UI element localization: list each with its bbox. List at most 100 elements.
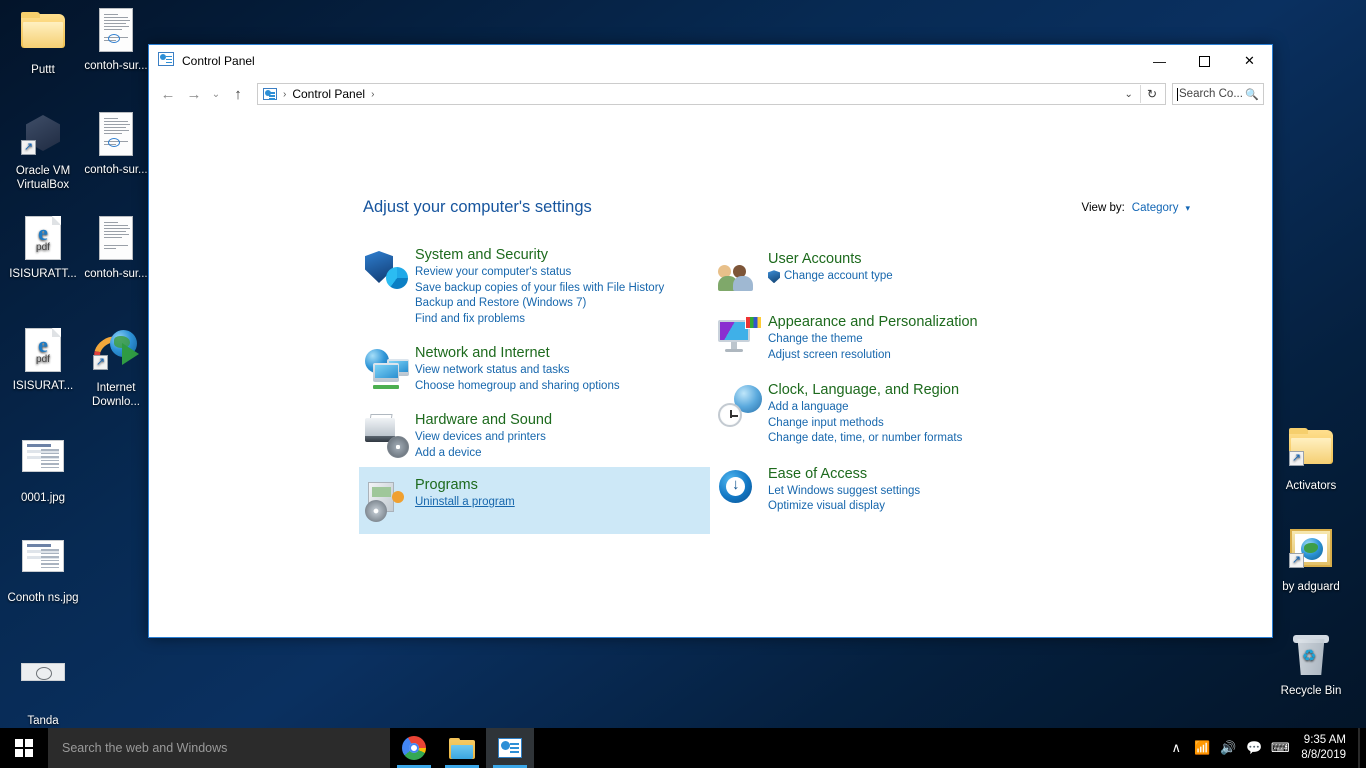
window-controls: — ✕	[1137, 45, 1272, 77]
recent-locations-button[interactable]: ⌄	[207, 81, 225, 107]
category-title[interactable]: Ease of Access	[768, 464, 920, 484]
action-center-icon[interactable]: 💬	[1241, 728, 1267, 768]
desktop-icon-conothns-jpg[interactable]: Conoth ns.jpg	[0, 532, 86, 606]
forward-button[interactable]: →	[181, 81, 207, 107]
maximize-button[interactable]	[1182, 45, 1227, 77]
clock[interactable]: 9:35 AM 8/8/2019	[1293, 733, 1358, 763]
category-link[interactable]: View devices and printers	[415, 430, 552, 446]
search-input[interactable]: Search Co... 🔍	[1172, 83, 1264, 105]
category-hardware-and-sound[interactable]: Hardware and Sound View devices and prin…	[359, 400, 710, 467]
category-link[interactable]: Find and fix problems	[415, 312, 664, 328]
desktop-icon-activators[interactable]: ↗ Activators	[1268, 422, 1354, 494]
folder-icon	[19, 12, 67, 60]
taskbar-button-control-panel[interactable]	[486, 728, 534, 768]
address-bar-icon	[262, 88, 279, 100]
category-title[interactable]: Hardware and Sound	[415, 410, 552, 430]
globe-clock-icon	[712, 380, 768, 447]
breadcrumb-separator-end[interactable]: ›	[367, 89, 378, 100]
category-link[interactable]: Change date, time, or number formats	[768, 431, 962, 447]
adguard-icon: ↗	[1287, 529, 1335, 577]
category-link-change-account-type[interactable]: Change account type	[768, 269, 893, 285]
category-link[interactable]: Add a device	[415, 446, 552, 462]
address-bar[interactable]: › Control Panel › ⌄ ↻	[257, 83, 1166, 105]
category-title[interactable]: Programs	[415, 475, 515, 495]
category-link[interactable]: Add a language	[768, 400, 962, 416]
taskbar-search-input[interactable]: Search the web and Windows	[48, 728, 390, 768]
view-by-control: View by: Category ▾	[1082, 202, 1190, 214]
windows-logo-icon	[15, 739, 33, 757]
close-button[interactable]: ✕	[1227, 45, 1272, 77]
window-titlebar[interactable]: Control Panel — ✕	[149, 45, 1272, 77]
search-icon: 🔍	[1245, 88, 1259, 101]
window-content: Adjust your computer's settings View by:…	[149, 111, 1272, 637]
category-link[interactable]: Change the theme	[768, 332, 978, 348]
show-desktop-button[interactable]	[1358, 728, 1360, 768]
category-title[interactable]: System and Security	[415, 245, 664, 265]
page-title: Adjust your computer's settings	[363, 198, 592, 216]
desktop-icon-label: contoh-sur...	[84, 164, 148, 176]
category-link[interactable]: Change input methods	[768, 416, 962, 432]
category-link-label: Change account type	[784, 270, 893, 282]
category-clock-language-and-region[interactable]: Clock, Language, and Region Add a langua…	[712, 369, 1012, 453]
network-wifi-icon[interactable]: 📶	[1189, 728, 1215, 768]
taskbar: Search the web and Windows ∧ 📶 🔊 💬 ⌨ 9:3…	[0, 728, 1366, 768]
document-icon	[92, 112, 140, 160]
signature-thumbnail-icon	[19, 663, 67, 711]
desktop-icon-label: Activators	[1285, 480, 1337, 492]
breadcrumb-separator: ›	[283, 88, 287, 100]
category-link[interactable]: Review your computer's status	[415, 265, 664, 281]
breadcrumb-control-panel[interactable]: Control Panel	[290, 87, 367, 101]
category-title[interactable]: User Accounts	[768, 249, 893, 269]
desktop-icon-contoh-surat-1[interactable]: contoh-sur...	[73, 6, 159, 74]
category-title[interactable]: Appearance and Personalization	[768, 312, 978, 332]
up-button[interactable]: ↑	[225, 81, 251, 107]
category-link[interactable]: Uninstall a program	[415, 495, 515, 511]
desktop-icon-label: Recycle Bin	[1280, 685, 1342, 697]
printer-disc-icon	[359, 410, 415, 461]
speaker-icon[interactable]: 🔊	[1215, 728, 1241, 768]
desktop-icon-0001-jpg[interactable]: 0001.jpg	[0, 432, 86, 506]
category-grid: System and Security Review your computer…	[359, 241, 1059, 534]
category-network-and-internet[interactable]: Network and Internet View network status…	[359, 333, 710, 400]
view-by-value[interactable]: Category	[1132, 202, 1179, 214]
category-link[interactable]: Adjust screen resolution	[768, 348, 978, 364]
text-caret	[1177, 87, 1178, 101]
refresh-button[interactable]: ↻	[1141, 87, 1163, 101]
taskbar-button-file-explorer[interactable]	[438, 728, 486, 768]
back-button[interactable]: ←	[155, 81, 181, 107]
recycle-bin-icon: ♻	[1287, 633, 1335, 681]
start-button[interactable]	[0, 728, 48, 768]
folder-icon: ↗	[1287, 428, 1335, 476]
desktop-icon-label: contoh-sur...	[84, 60, 148, 72]
virtualbox-icon: ↗	[19, 113, 67, 161]
monitor-palette-icon	[712, 312, 768, 363]
category-link[interactable]: Save backup copies of your files with Fi…	[415, 281, 664, 297]
category-ease-of-access[interactable]: ↓ Ease of Access Let Windows suggest set…	[712, 453, 1012, 521]
desktop-icon-internet-download-manager[interactable]: ↗ Internet Downlo...	[73, 326, 159, 409]
category-system-and-security[interactable]: System and Security Review your computer…	[359, 241, 710, 333]
chevron-down-icon[interactable]: ▾	[1185, 203, 1190, 214]
category-link[interactable]: Choose homegroup and sharing options	[415, 379, 620, 395]
pdf-icon: e pdf	[19, 328, 67, 376]
category-link[interactable]: Optimize visual display	[768, 499, 920, 515]
taskbar-button-chrome[interactable]	[390, 728, 438, 768]
address-dropdown-button[interactable]: ⌄	[1118, 89, 1140, 100]
keyboard-icon[interactable]: ⌨	[1267, 728, 1293, 768]
category-title[interactable]: Network and Internet	[415, 343, 620, 363]
minimize-button[interactable]: —	[1137, 45, 1182, 77]
desktop-icon-contoh-surat-2[interactable]: contoh-sur...	[73, 110, 159, 178]
control-panel-window: Control Panel — ✕ ← → ⌄ ↑ › Control Pane…	[148, 44, 1273, 638]
category-appearance-and-personalization[interactable]: Appearance and Personalization Change th…	[712, 303, 1012, 369]
category-link[interactable]: View network status and tasks	[415, 363, 620, 379]
chrome-icon	[402, 736, 426, 760]
category-programs[interactable]: Programs Uninstall a program	[359, 467, 710, 534]
category-user-accounts[interactable]: User Accounts Change account type	[712, 241, 1012, 303]
show-hidden-icons-button[interactable]: ∧	[1163, 728, 1189, 768]
desktop-icon-by-adguard[interactable]: ↗ by adguard	[1268, 524, 1354, 595]
category-link[interactable]: Backup and Restore (Windows 7)	[415, 296, 664, 312]
category-title[interactable]: Clock, Language, and Region	[768, 380, 962, 400]
desktop-icon-recycle-bin[interactable]: ♻ Recycle Bin	[1268, 630, 1354, 699]
desktop-icon-contoh-surat-3[interactable]: contoh-sur...	[73, 214, 159, 282]
category-link[interactable]: Let Windows suggest settings	[768, 484, 920, 500]
view-by-label: View by:	[1081, 202, 1125, 214]
